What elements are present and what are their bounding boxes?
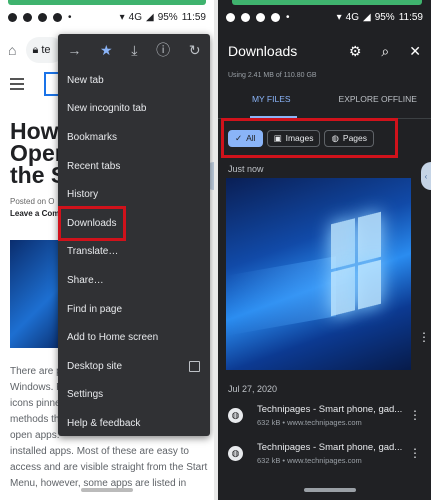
status-bar: • ▾ 4G ◢ 95% 11:59 (0, 6, 214, 28)
downloaded-image-thumbnail[interactable] (226, 178, 411, 370)
page-title: Downloads (228, 43, 298, 59)
battery-label: 95% (157, 11, 178, 23)
chrome-overflow-menu: → ★ ⤓ ⓘ ↻ New tab New incognito tab Book… (58, 34, 210, 436)
more-options-icon[interactable]: ⋮ (409, 446, 421, 460)
image-icon: ▣ (273, 132, 282, 143)
notification-icon (256, 12, 265, 22)
menu-item-find-in-page[interactable]: Find in page (58, 295, 210, 324)
menu-item-new-tab[interactable]: New tab (58, 66, 210, 95)
downloads-app-bar: Downloads ⚙︎ ⌕ ✕ (218, 36, 431, 66)
edge-panel-handle[interactable]: ‹ (421, 162, 431, 190)
downloads-tabs: MY FILES EXPLORE OFFLINE (218, 94, 431, 116)
info-icon[interactable]: ⓘ (156, 40, 170, 60)
tab-explore-offline[interactable]: EXPLORE OFFLINE (325, 94, 431, 116)
section-just-now: Just now (228, 164, 264, 174)
refresh-icon[interactable]: ↻ (189, 42, 201, 59)
menu-item-history[interactable]: History (58, 180, 210, 209)
menu-item-translate[interactable]: Translate… (58, 238, 210, 267)
notification-icon (226, 12, 235, 22)
posted-on-text: Posted on O (10, 197, 55, 206)
notification-icon (271, 12, 280, 22)
close-icon[interactable]: ✕ (409, 43, 421, 60)
article-meta: Posted on O Leave a Com (10, 196, 59, 220)
divider (218, 118, 431, 119)
globe-icon: ◍ (228, 407, 243, 423)
moon-icon (23, 12, 32, 22)
menu-icon-row: → ★ ⤓ ⓘ ↻ (58, 34, 210, 66)
chip-all[interactable]: ✓ All (228, 129, 263, 147)
chip-all-label: All (246, 133, 256, 143)
bookmark-star-icon[interactable]: ★ (100, 42, 113, 59)
menu-item-recent-tabs[interactable]: Recent tabs (58, 152, 210, 181)
notification-icons: • (8, 12, 72, 23)
menu-item-share[interactable]: Share… (58, 266, 210, 295)
left-screen-chrome-menu: • ▾ 4G ◢ 95% 11:59 ⌂ 🔒︎ te How Open the … (0, 0, 214, 500)
tab-my-files[interactable]: MY FILES (218, 94, 325, 116)
menu-item-new-incognito-tab[interactable]: New incognito tab (58, 95, 210, 124)
item-subtitle: 632 kB • www.technipages.com (257, 417, 362, 427)
menu-item-help-feedback[interactable]: Help & feedback (58, 409, 210, 438)
chip-images[interactable]: ▣ Images (266, 129, 321, 147)
item-title: Technipages - Smart phone, gad... (257, 441, 403, 453)
recording-indicator (8, 0, 206, 5)
gear-icon[interactable]: ⚙︎ (349, 43, 362, 60)
url-text: te (41, 44, 51, 56)
windows-logo (331, 211, 381, 317)
check-icon: ✓ (235, 132, 243, 143)
filter-chips-highlight: ✓ All ▣ Images ◍ Pages (221, 118, 398, 158)
globe-icon: ◍ (228, 445, 243, 461)
article-hero-image (10, 240, 64, 348)
item-title: Technipages - Smart phone, gad... (257, 403, 403, 415)
download-icon[interactable]: ⤓ (131, 42, 137, 59)
list-item[interactable]: ◍ Technipages - Smart phone, gad... 632 … (218, 400, 431, 430)
gesture-nav-bar[interactable] (81, 488, 133, 492)
wifi-icon: ▾ (336, 11, 342, 23)
recording-indicator (232, 0, 422, 5)
list-item[interactable]: ◍ Technipages - Smart phone, gad... 632 … (218, 438, 431, 468)
light-beam (226, 256, 336, 336)
hamburger-menu-icon[interactable] (10, 75, 24, 93)
forward-icon[interactable]: → (67, 42, 81, 58)
notification-icon (53, 12, 62, 22)
notification-icon (38, 12, 47, 22)
wifi-icon: ▾ (119, 11, 125, 23)
signal-icon: ◢ (362, 11, 371, 23)
signal-label: 4G (128, 11, 142, 23)
leave-comment-link[interactable]: Leave a Com (10, 208, 59, 220)
status-bar: • ▾ 4G ◢ 95% 11:59 (218, 6, 431, 28)
battery-label: 95% (374, 11, 395, 23)
menu-item-downloads[interactable]: Downloads (58, 206, 126, 241)
chip-pages-label: Pages (342, 133, 368, 143)
menu-item-desktop-site[interactable]: Desktop site (58, 352, 210, 381)
notification-icons: • (226, 12, 290, 23)
time-label: 11:59 (181, 11, 206, 23)
right-screen-downloads: • ▾ 4G ◢ 95% 11:59 Downloads ⚙︎ ⌕ ✕ Usin… (218, 0, 431, 500)
gesture-nav-bar[interactable] (304, 488, 356, 492)
storage-usage: Using 2.41 MB of 110.80 GB (228, 72, 317, 79)
chip-images-label: Images (285, 133, 314, 143)
chip-pages[interactable]: ◍ Pages (324, 129, 375, 147)
home-icon[interactable]: ⌂ (8, 42, 16, 58)
search-icon[interactable]: ⌕ (381, 43, 389, 60)
signal-label: 4G (345, 11, 359, 23)
desktop-site-label: Desktop site (67, 360, 123, 372)
more-options-icon[interactable]: ⋮ (418, 330, 430, 344)
notification-icon (8, 12, 17, 22)
menu-item-add-to-home-screen[interactable]: Add to Home screen (58, 323, 210, 352)
lock-icon: 🔒︎ (32, 43, 39, 56)
signal-icon: ◢ (145, 11, 154, 23)
moon-icon (241, 12, 250, 22)
menu-item-bookmarks[interactable]: Bookmarks (58, 123, 210, 152)
time-label: 11:59 (398, 11, 423, 23)
item-subtitle: 632 kB • www.technipages.com (257, 455, 362, 465)
desktop-site-checkbox[interactable] (189, 360, 200, 372)
dot-icon: • (68, 11, 72, 23)
dot-icon: • (286, 11, 290, 23)
menu-item-settings[interactable]: Settings (58, 381, 210, 410)
more-options-icon[interactable]: ⋮ (409, 408, 421, 422)
section-date: Jul 27, 2020 (228, 384, 278, 394)
globe-icon: ◍ (331, 132, 339, 143)
